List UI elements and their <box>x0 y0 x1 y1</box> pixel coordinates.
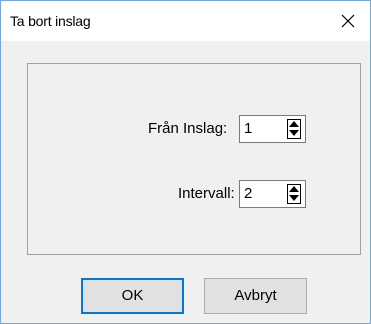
dialog-window: Ta bort inslag Från Inslag: 1 Intervall:… <box>0 0 371 324</box>
from-entry-increment-button[interactable] <box>288 120 300 129</box>
interval-label: Intervall: <box>178 185 235 202</box>
from-entry-spinner[interactable]: 1 <box>239 115 306 143</box>
arrow-down-icon <box>289 195 299 201</box>
settings-group: Från Inslag: 1 Intervall: 2 <box>27 63 361 255</box>
from-entry-decrement-button[interactable] <box>288 129 300 138</box>
from-entry-label: Från Inslag: <box>148 120 228 137</box>
interval-arrows <box>287 184 301 204</box>
arrow-up-icon <box>289 186 299 192</box>
interval-increment-button[interactable] <box>288 185 300 194</box>
ok-button[interactable]: OK <box>81 278 184 314</box>
close-icon <box>341 14 355 28</box>
close-button[interactable] <box>326 1 370 41</box>
title-bar: Ta bort inslag <box>1 1 370 41</box>
from-entry-arrows <box>287 119 301 139</box>
window-title: Ta bort inslag <box>10 13 91 29</box>
arrow-down-icon <box>289 130 299 136</box>
interval-decrement-button[interactable] <box>288 194 300 203</box>
from-entry-value[interactable]: 1 <box>244 120 252 137</box>
cancel-button[interactable]: Avbryt <box>204 278 307 314</box>
interval-value[interactable]: 2 <box>244 185 252 202</box>
arrow-up-icon <box>289 121 299 127</box>
interval-spinner[interactable]: 2 <box>239 180 306 208</box>
